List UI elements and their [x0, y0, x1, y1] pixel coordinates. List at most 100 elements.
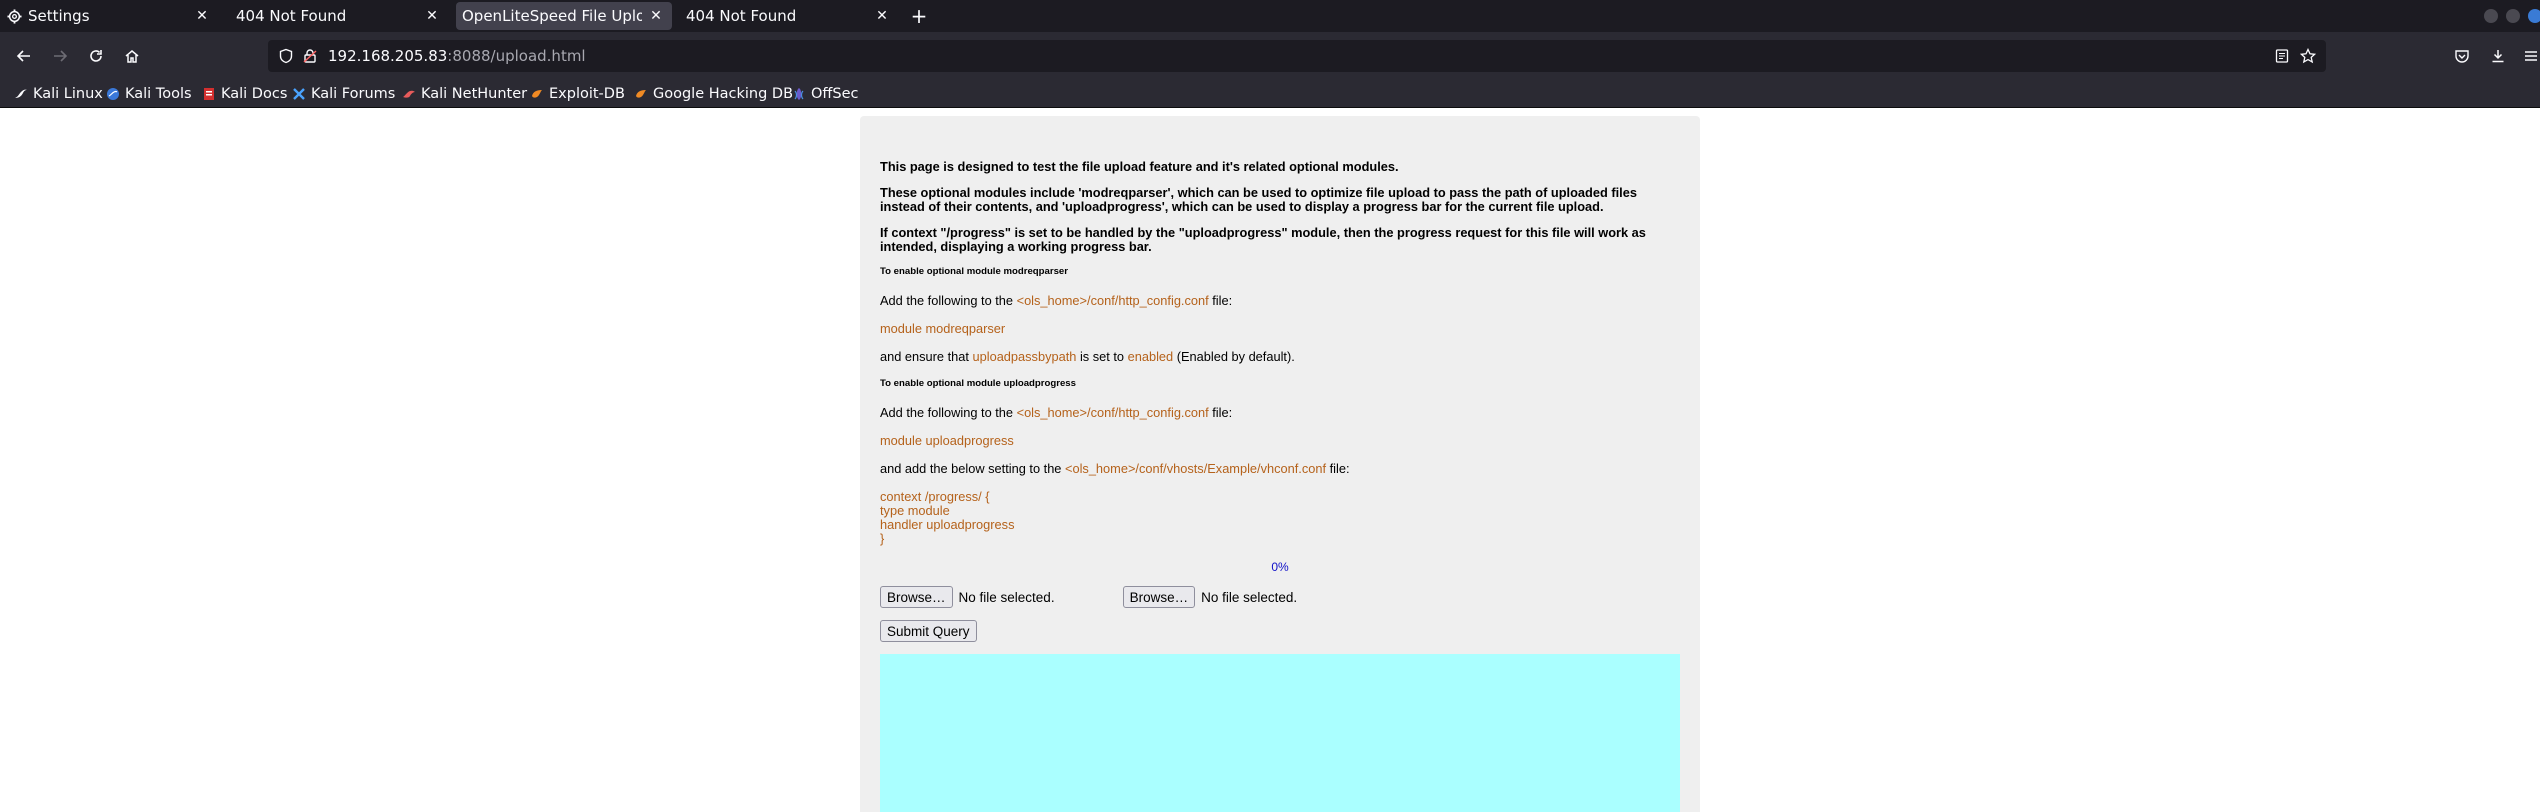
submit-query-button[interactable]: Submit Query [880, 620, 977, 642]
close-icon[interactable]: ✕ [872, 6, 892, 26]
text: Add the following to the [880, 293, 1017, 308]
text: and ensure that [880, 349, 973, 364]
close-icon[interactable]: ✕ [422, 6, 442, 26]
text: file: [1208, 293, 1233, 308]
text: and add the below setting to the [880, 461, 1065, 476]
arrow-right-icon [54, 50, 68, 62]
tab-title: OpenLiteSpeed File Upload T [462, 7, 642, 25]
bookmark-offsec[interactable]: OffSec [792, 84, 859, 104]
bookmark-kali-docs[interactable]: Kali Docs [202, 84, 287, 104]
kali-dragon-icon [14, 87, 28, 101]
insecure-lock-icon[interactable] [302, 48, 318, 68]
bookmarks-toolbar: Kali Linux Kali Tools Kali Docs Kali For… [0, 80, 2540, 108]
bookmark-star-icon[interactable] [2299, 47, 2317, 68]
address-bar[interactable]: 192.168.205.83:8088/upload.html [268, 40, 2326, 72]
reader-view-icon[interactable] [2274, 48, 2290, 68]
page-content: This page is designed to test the file u… [880, 160, 1680, 812]
bookmark-label: OffSec [811, 86, 859, 102]
file-inputs-row: Browse… No file selected. Browse… No fil… [880, 586, 1680, 608]
navigation-toolbar: 192.168.205.83:8088/upload.html [0, 32, 2540, 80]
offsec-icon [792, 87, 806, 101]
ensure-uploadpassbypath: and ensure that uploadpassbypath is set … [880, 350, 1680, 364]
page-viewport: This page is designed to test the file u… [0, 108, 2540, 812]
close-window-button[interactable] [2528, 9, 2540, 23]
browse-button-2[interactable]: Browse… [1122, 586, 1196, 608]
bookmark-label: Exploit-DB [549, 86, 625, 102]
modules-description: These optional modules include 'modreqpa… [880, 185, 1637, 214]
tab-title: 404 Not Found [686, 7, 797, 25]
bookmark-exploit-db[interactable]: Exploit-DB [530, 84, 625, 104]
close-icon[interactable]: ✕ [192, 6, 212, 26]
file-status-2: No file selected. [1201, 589, 1298, 605]
progress-percent: 0% [1271, 560, 1289, 574]
bookmark-kali-tools[interactable]: Kali Tools [106, 84, 192, 104]
maximize-button[interactable] [2506, 9, 2520, 23]
text: Add the following to the [880, 405, 1017, 420]
home-button[interactable] [120, 44, 144, 68]
bookmark-kali-forums[interactable]: Kali Forums [292, 84, 395, 104]
menu-button[interactable] [2522, 44, 2540, 68]
text: is set to [1076, 349, 1128, 364]
config-line: handler uploadprogress [880, 517, 1015, 532]
minimize-button[interactable] [2484, 9, 2498, 23]
module-modreqparser: module modreqparser [880, 321, 1006, 336]
pocket-button[interactable] [2450, 44, 2474, 68]
shield-icon[interactable] [278, 48, 294, 68]
add-following-http-config-2: Add the following to the <ols_home>/conf… [880, 406, 1680, 420]
forward-button[interactable] [48, 44, 72, 68]
tab-404-2[interactable]: 404 Not Found ✕ [686, 0, 898, 32]
kali-forums-icon [292, 87, 306, 101]
add-below-vhconf: and add the below setting to the <ols_ho… [880, 462, 1680, 476]
arrow-left-icon [16, 50, 30, 62]
file-status-1: No file selected. [958, 589, 1055, 605]
http-config-path: <ols_home>/conf/http_config.conf [1016, 293, 1209, 308]
tab-bar: Settings ✕ 404 Not Found ✕ OpenLiteSpeed… [0, 0, 2540, 32]
context-description: If context "/progress" is set to be hand… [880, 225, 1646, 254]
bookmark-label: Kali Docs [221, 86, 288, 102]
text: file: [1326, 461, 1350, 476]
kali-nethunter-icon [402, 87, 416, 101]
close-icon[interactable]: ✕ [646, 6, 666, 26]
bookmark-label: Kali Forums [311, 86, 396, 102]
bookmark-label: Kali NetHunter [421, 86, 528, 102]
download-icon [2492, 50, 2504, 63]
tab-404-1[interactable]: 404 Not Found ✕ [236, 0, 448, 32]
url-host: 192.168.205.83 [328, 47, 448, 65]
config-line: context /progress/ { [880, 489, 990, 504]
bookmark-label: Kali Tools [125, 86, 192, 102]
browse-button-1[interactable]: Browse… [880, 586, 953, 608]
tab-title: Settings [28, 7, 90, 25]
upload-progress-area [880, 654, 1680, 812]
bookmark-kali-nethunter[interactable]: Kali NetHunter [402, 84, 527, 104]
hamburger-menu-icon [2525, 51, 2537, 61]
kali-tools-icon [106, 87, 120, 101]
bookmark-label: Google Hacking DB [653, 86, 794, 102]
home-icon [125, 50, 139, 63]
text: file: [1208, 405, 1233, 420]
bookmark-label: Kali Linux [33, 86, 103, 102]
ghdb-icon [634, 87, 648, 101]
tab-title: 404 Not Found [236, 7, 347, 25]
add-following-http-config: Add the following to the <ols_home>/conf… [880, 294, 1680, 308]
config-line: } [880, 531, 885, 546]
vhconf-path: <ols_home>/conf/vhosts/Example/vhconf.co… [1064, 461, 1327, 476]
tab-settings[interactable]: Settings ✕ [6, 0, 218, 32]
bookmark-google-hacking-db[interactable]: Google Hacking DB [634, 84, 793, 104]
pocket-icon [2455, 50, 2469, 63]
url-text: 192.168.205.83:8088/upload.html [328, 47, 586, 65]
config-line: type module [880, 503, 950, 518]
context-config-block: context /progress/ { type module handler… [880, 490, 1680, 546]
tab-openlitespeed-upload[interactable]: OpenLiteSpeed File Upload T ✕ [456, 2, 672, 30]
back-button[interactable] [12, 44, 36, 68]
reload-icon [90, 50, 102, 62]
exploit-db-icon [530, 87, 544, 101]
enabled-code: enabled [1127, 349, 1174, 364]
reload-button[interactable] [84, 44, 108, 68]
upload-card: This page is designed to test the file u… [860, 116, 1700, 812]
downloads-button[interactable] [2486, 44, 2510, 68]
gear-icon [6, 8, 22, 24]
text: (Enabled by default). [1173, 349, 1295, 364]
new-tab-button[interactable]: + [908, 4, 930, 28]
heading-modreqparser: To enable optional module modreqparser [880, 266, 1068, 277]
bookmark-kali-linux[interactable]: Kali Linux [14, 84, 103, 104]
